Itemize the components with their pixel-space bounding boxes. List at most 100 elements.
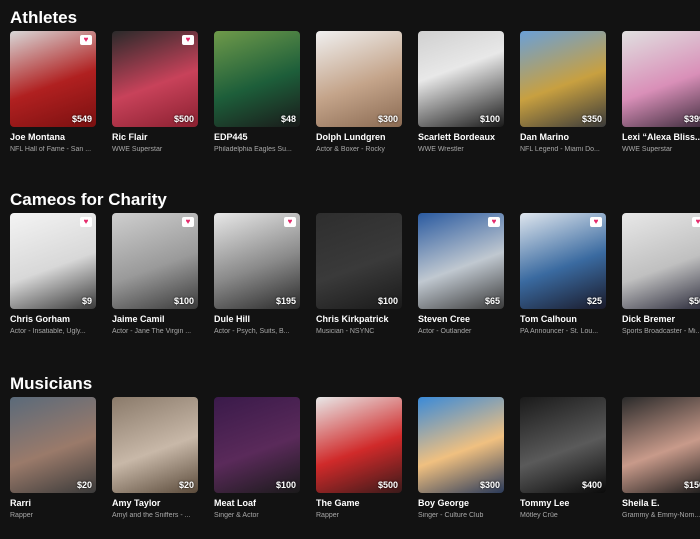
talent-photo[interactable]: $100: [418, 31, 504, 127]
heart-icon: ♥: [488, 217, 500, 227]
talent-card[interactable]: $399 Lexi “Alexa Bliss... WWE Superstar: [622, 31, 700, 171]
price-label: $150: [683, 480, 700, 490]
talent-subtitle: WWE Superstar: [112, 146, 163, 153]
talent-subtitle: Actor - Outlander: [418, 328, 472, 335]
talent-name[interactable]: Dule Hill: [214, 314, 300, 324]
price-label: $100: [275, 480, 296, 490]
talent-subtitle: NFL Legend - Miami Do...: [520, 146, 600, 153]
talent-name[interactable]: Lexi “Alexa Bliss...: [622, 132, 700, 142]
talent-name[interactable]: Dan Marino: [520, 132, 606, 142]
talent-photo[interactable]: $400: [520, 397, 606, 493]
price-label: $350: [581, 114, 602, 124]
heart-icon: ♥: [692, 217, 700, 227]
talent-name[interactable]: Rarri: [10, 498, 96, 508]
talent-subtitle: Singer & Actor: [214, 512, 259, 519]
talent-subtitle: WWE Superstar: [622, 146, 673, 153]
talent-photo[interactable]: $300: [418, 397, 504, 493]
talent-card[interactable]: ♥ $25 Tom Calhoun PA Announcer - St. Lou...: [520, 213, 606, 353]
talent-photo[interactable]: $399: [622, 31, 700, 127]
talent-photo[interactable]: $100: [214, 397, 300, 493]
talent-photo[interactable]: $500: [316, 397, 402, 493]
talent-name[interactable]: Dolph Lundgren: [316, 132, 402, 142]
talent-photo[interactable]: $20: [112, 397, 198, 493]
talent-name[interactable]: Sheila E.: [622, 498, 700, 508]
talent-card[interactable]: $20 Amy Taylor Amyl and the Sniffers - ...: [112, 397, 198, 537]
price-label: $9: [81, 296, 92, 306]
section-title[interactable]: Athletes: [10, 8, 77, 28]
talent-name[interactable]: Dick Bremer: [622, 314, 700, 324]
price-label: $100: [479, 114, 500, 124]
talent-card[interactable]: $300 Dolph Lundgren Actor & Boxer - Rocky: [316, 31, 402, 171]
talent-card[interactable]: $150 Sheila E. Grammy & Emmy-Nom...: [622, 397, 700, 537]
price-label: $25: [586, 296, 602, 306]
talent-name[interactable]: Boy George: [418, 498, 504, 508]
section-title[interactable]: Musicians: [10, 374, 92, 394]
talent-name[interactable]: Scarlett Bordeaux: [418, 132, 504, 142]
price-label: $65: [484, 296, 500, 306]
talent-card[interactable]: ♥ $9 Chris Gorham Actor - Insatiable, Ugly.…: [10, 213, 96, 353]
section-2: Musicians $20 Rarri Rapper $20 Amy Taylor Amyl…: [0, 374, 700, 539]
talent-name[interactable]: Steven Cree: [418, 314, 504, 324]
talent-card[interactable]: ♥ $195 Dule Hill Actor - Psych, Suits, B...: [214, 213, 300, 353]
price-label: $300: [479, 480, 500, 490]
talent-card[interactable]: $100 Scarlett Bordeaux WWE Wrestler: [418, 31, 504, 171]
talent-card[interactable]: ♥ $500 Ric Flair WWE Superstar: [112, 31, 198, 171]
talent-card[interactable]: $100 Chris Kirkpatrick Musician - NSYNC: [316, 213, 402, 353]
talent-name[interactable]: The Game: [316, 498, 402, 508]
talent-card[interactable]: $300 Boy George Singer - Culture Club: [418, 397, 504, 537]
talent-name[interactable]: Meat Loaf: [214, 498, 300, 508]
talent-subtitle: Rapper: [316, 512, 339, 519]
talent-photo[interactable]: ♥ $9: [10, 213, 96, 309]
heart-icon: ♥: [80, 35, 92, 45]
talent-photo[interactable]: ♥ $549: [10, 31, 96, 127]
price-label: $100: [377, 296, 398, 306]
talent-card[interactable]: ♥ $65 Steven Cree Actor - Outlander: [418, 213, 504, 353]
talent-photo[interactable]: ♥ $25: [520, 213, 606, 309]
talent-photo[interactable]: $100: [316, 213, 402, 309]
price-label: $100: [173, 296, 194, 306]
talent-photo[interactable]: ♥ $500: [112, 31, 198, 127]
talent-photo[interactable]: $150: [622, 397, 700, 493]
talent-name[interactable]: Jaime Camil: [112, 314, 198, 324]
talent-row: ♥ $9 Chris Gorham Actor - Insatiable, Ugly.…: [10, 213, 700, 353]
talent-photo[interactable]: $350: [520, 31, 606, 127]
talent-name[interactable]: EDP445: [214, 132, 300, 142]
talent-name[interactable]: Chris Kirkpatrick: [316, 314, 402, 324]
talent-card[interactable]: $100 Meat Loaf Singer & Actor: [214, 397, 300, 537]
talent-subtitle: Actor - Jane The Virgin ...: [112, 328, 192, 335]
talent-photo[interactable]: ♥ $65: [418, 213, 504, 309]
talent-subtitle: Rapper: [10, 512, 33, 519]
section-title[interactable]: Cameos for Charity: [10, 190, 167, 210]
talent-name[interactable]: Tommy Lee: [520, 498, 606, 508]
talent-card[interactable]: ♥ $549 Joe Montana NFL Hall of Fame - San .…: [10, 31, 96, 171]
talent-card[interactable]: ♥ $100 Jaime Camil Actor - Jane The Virgin …: [112, 213, 198, 353]
heart-icon: ♥: [80, 217, 92, 227]
heart-icon: ♥: [182, 217, 194, 227]
talent-photo[interactable]: ♥ $195: [214, 213, 300, 309]
talent-card[interactable]: ♥ $50 Dick Bremer Sports Broadcaster - Mi..…: [622, 213, 700, 353]
talent-subtitle: Philadelphia Eagles Su...: [214, 146, 292, 153]
talent-photo[interactable]: ♥ $100: [112, 213, 198, 309]
talent-name[interactable]: Amy Taylor: [112, 498, 198, 508]
talent-name[interactable]: Tom Calhoun: [520, 314, 606, 324]
talent-subtitle: Actor & Boxer - Rocky: [316, 146, 385, 153]
talent-photo[interactable]: $20: [10, 397, 96, 493]
talent-card[interactable]: $400 Tommy Lee Mötley Crüe: [520, 397, 606, 537]
heart-icon: ♥: [182, 35, 194, 45]
price-label: $300: [377, 114, 398, 124]
talent-card[interactable]: $48 EDP445 Philadelphia Eagles Su...: [214, 31, 300, 171]
talent-subtitle: Musician - NSYNC: [316, 328, 375, 335]
talent-photo[interactable]: $48: [214, 31, 300, 127]
talent-name[interactable]: Ric Flair: [112, 132, 198, 142]
talent-card[interactable]: $350 Dan Marino NFL Legend - Miami Do...: [520, 31, 606, 171]
talent-photo[interactable]: $300: [316, 31, 402, 127]
price-label: $399: [683, 114, 700, 124]
talent-name[interactable]: Chris Gorham: [10, 314, 96, 324]
talent-photo[interactable]: ♥ $50: [622, 213, 700, 309]
talent-subtitle: Grammy & Emmy-Nom...: [622, 512, 700, 519]
talent-card[interactable]: $20 Rarri Rapper: [10, 397, 96, 537]
price-label: $20: [178, 480, 194, 490]
talent-subtitle: NFL Hall of Fame - San ...: [10, 146, 92, 153]
talent-name[interactable]: Joe Montana: [10, 132, 96, 142]
talent-card[interactable]: $500 The Game Rapper: [316, 397, 402, 537]
